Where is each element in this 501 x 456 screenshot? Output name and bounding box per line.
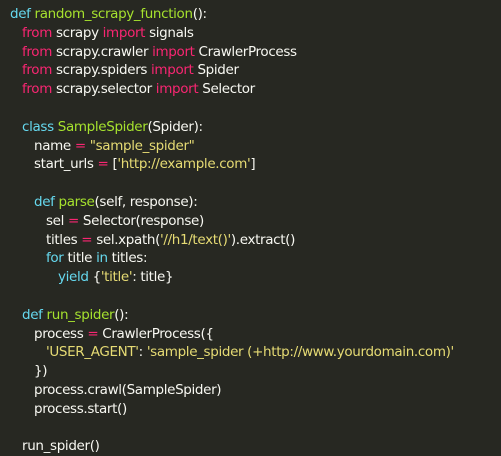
- code-token-txt: ():: [114, 306, 129, 323]
- code-token-txt: process.crawl(SampleSpider): [34, 381, 222, 398]
- code-token-txt: title: [67, 250, 97, 267]
- code-token-txt: name: [34, 137, 75, 154]
- code-token-fn: parse: [58, 193, 95, 210]
- code-token-imp: import: [151, 62, 198, 79]
- code-token-txt: scrapy.selector: [55, 81, 156, 98]
- code-token-txt: ).extract(): [230, 231, 296, 248]
- code-line[interactable]: [0, 419, 501, 438]
- code-token-op: =: [67, 212, 83, 229]
- code-token-str: '//h1/text()': [160, 231, 231, 248]
- code-token-fn: random_scrapy_function: [34, 6, 194, 22]
- code-line[interactable]: 'USER_AGENT': 'sample_spider (+http://ww…: [0, 343, 501, 362]
- code-token-kw: yield: [58, 269, 93, 286]
- code-token-txt: Spider: [197, 62, 239, 79]
- code-token-txt: CrawlerProcess({: [102, 325, 214, 342]
- code-token-str: 'title': [100, 269, 133, 286]
- code-token-str: 'USER_AGENT': [46, 344, 139, 361]
- code-token-txt: sel: [46, 212, 68, 229]
- code-line[interactable]: from scrapy import signals: [0, 24, 501, 43]
- code-editor[interactable]: def random_scrapy_function(): from scrapy…: [0, 0, 501, 454]
- code-line[interactable]: [0, 287, 501, 306]
- code-token-kw: def: [22, 306, 47, 323]
- code-token-str: "sample_spider": [89, 137, 195, 154]
- code-token-kw: for: [46, 250, 68, 267]
- code-token-txt: {: [92, 269, 102, 286]
- code-token-fn: SampleSpider: [57, 118, 148, 135]
- code-token-txt: signals: [149, 24, 194, 41]
- code-token-fn: run_spider: [46, 306, 115, 323]
- code-token-txt: ():: [192, 6, 207, 22]
- code-token-txt: scrapy.crawler: [55, 43, 153, 60]
- code-line[interactable]: name = "sample_spider": [0, 137, 501, 156]
- code-line[interactable]: sel = Selector(response): [0, 212, 501, 231]
- code-token-txt: ]: [250, 156, 256, 173]
- code-token-kw: def: [10, 6, 35, 22]
- code-line[interactable]: def parse(self, response):: [0, 193, 501, 212]
- code-token-txt: :: [138, 344, 147, 361]
- code-line[interactable]: titles = sel.xpath('//h1/text()').extrac…: [0, 231, 501, 250]
- code-line[interactable]: [0, 99, 501, 118]
- code-token-txt: scrapy.spiders: [55, 62, 152, 79]
- code-line[interactable]: process = CrawlerProcess({: [0, 325, 501, 344]
- code-line[interactable]: yield {'title': title}: [0, 268, 501, 287]
- code-token-txt: Selector: [202, 81, 255, 98]
- code-token-imp: from: [22, 81, 56, 98]
- code-token-imp: import: [102, 24, 150, 41]
- code-token-txt: titles: [46, 231, 82, 248]
- code-token-txt: sel.xpath(: [96, 231, 161, 248]
- code-token-str: 'http://example.com': [117, 156, 251, 173]
- code-line[interactable]: }): [0, 362, 501, 381]
- code-token-txt: }): [34, 363, 48, 380]
- code-token-txt: process.start(): [34, 400, 127, 417]
- code-token-txt: (self, response):: [94, 193, 198, 210]
- code-line[interactable]: def run_spider():: [0, 306, 501, 325]
- code-token-txt: run_spider(): [22, 438, 100, 455]
- code-token-txt: titles:: [111, 250, 148, 267]
- code-line[interactable]: from scrapy.crawler import CrawlerProces…: [0, 43, 501, 62]
- code-token-imp: from: [22, 62, 56, 79]
- code-token-imp: import: [152, 43, 199, 60]
- code-token-txt: start_urls: [34, 156, 98, 173]
- code-line[interactable]: for title in titles:: [0, 249, 501, 268]
- code-token-kw: in: [96, 250, 112, 267]
- code-line[interactable]: [0, 174, 501, 193]
- code-token-imp: import: [155, 81, 203, 98]
- code-token-txt: Selector(response): [82, 212, 204, 229]
- code-line[interactable]: process.start(): [0, 400, 501, 419]
- code-token-kw: class: [22, 118, 58, 135]
- code-token-op: =: [81, 231, 97, 248]
- code-line[interactable]: def random_scrapy_function():: [0, 5, 501, 24]
- code-line[interactable]: start_urls = ['http://example.com']: [0, 155, 501, 174]
- code-token-imp: from: [22, 43, 56, 60]
- code-token-txt: (Spider):: [147, 118, 203, 135]
- code-token-txt: CrawlerProcess: [198, 43, 298, 60]
- code-token-txt: scrapy: [55, 24, 103, 41]
- code-token-txt: : title}: [132, 269, 174, 286]
- code-token-imp: from: [22, 24, 56, 41]
- code-token-op: =: [74, 137, 90, 154]
- code-token-op: =: [97, 156, 113, 173]
- code-token-txt: process: [34, 325, 88, 342]
- code-line[interactable]: from scrapy.spiders import Spider: [0, 61, 501, 80]
- code-line[interactable]: run_spider(): [0, 437, 501, 456]
- code-token-kw: def: [34, 193, 59, 210]
- code-token-str: 'sample_spider (+http://www.yourdomain.c…: [146, 344, 454, 361]
- code-line[interactable]: class SampleSpider(Spider):: [0, 118, 501, 137]
- code-token-op: =: [87, 325, 103, 342]
- code-line[interactable]: process.crawl(SampleSpider): [0, 381, 501, 400]
- code-line[interactable]: from scrapy.selector import Selector: [0, 80, 501, 99]
